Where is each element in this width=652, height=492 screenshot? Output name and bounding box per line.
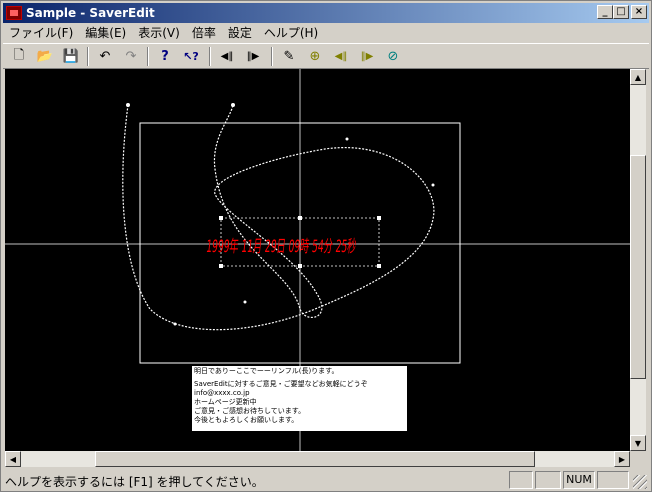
- save-file-icon: 💾: [62, 49, 80, 64]
- context-help-button[interactable]: ↖?: [181, 47, 201, 66]
- path-point[interactable]: [243, 300, 247, 304]
- arrow-down-icon: ▼: [634, 438, 642, 448]
- scroll-down-button[interactable]: ▼: [630, 435, 646, 451]
- note-line: 今後ともよろしくお願いします。: [194, 416, 299, 424]
- redo-button[interactable]: ↷: [121, 47, 141, 66]
- save-file-button[interactable]: 💾: [61, 47, 81, 66]
- status-bar: ヘルプを表示するには [F1] を押してください。 NUM: [3, 469, 649, 491]
- date-text[interactable]: 1999年 11月 29日 09時 54分 25秒: [205, 237, 357, 257]
- status-num-indicator: NUM: [563, 471, 595, 489]
- selection-handle[interactable]: [298, 264, 302, 268]
- maximize-button[interactable]: □: [613, 5, 629, 19]
- zoom-in-icon: ⊕: [309, 49, 321, 64]
- path-point[interactable]: [431, 183, 435, 187]
- undo-icon: ↶: [99, 49, 111, 64]
- path-point[interactable]: [231, 103, 235, 107]
- resize-grip-icon[interactable]: [633, 475, 647, 489]
- note-box[interactable]: 明日でありーここでーーリンフル(長)ります。 SaverEditに対するご意見・…: [192, 366, 407, 431]
- zoom-out-button[interactable]: ⊘: [383, 47, 403, 66]
- selection-handle[interactable]: [377, 216, 381, 220]
- help-button[interactable]: ?: [155, 47, 175, 66]
- motion-path[interactable]: [122, 104, 435, 331]
- menu-help[interactable]: ヘルプ(H): [258, 24, 324, 41]
- new-file-icon: 🗋: [13, 47, 25, 63]
- path-point[interactable]: [126, 103, 130, 107]
- zoom-in-button[interactable]: ⊕: [305, 47, 325, 66]
- redo-icon: ↷: [125, 49, 137, 64]
- note-line: info@xxxx.co.jp: [194, 389, 250, 397]
- rewind-icon: ◀‖: [220, 51, 234, 62]
- status-pane-empty: [597, 471, 629, 489]
- menu-edit[interactable]: 編集(E): [79, 24, 132, 41]
- edit-path-icon: ✎: [283, 49, 295, 64]
- menu-zoom[interactable]: 倍率: [186, 24, 222, 41]
- status-message: ヘルプを表示するには [F1] を押してください。: [5, 475, 264, 489]
- scrollbar-corner: [630, 451, 646, 467]
- menu-file[interactable]: ファイル(F): [3, 24, 79, 41]
- note-line: ホームページ更新中: [194, 398, 257, 406]
- menu-settings[interactable]: 設定: [222, 24, 258, 41]
- step-back-button[interactable]: ◀‖: [331, 47, 351, 66]
- edit-path-button[interactable]: ✎: [279, 47, 299, 66]
- toolbar-separator: [87, 47, 89, 66]
- window-title: Sample - SaverEdit: [26, 6, 155, 20]
- toolbar-separator: [271, 47, 273, 66]
- app-icon[interactable]: [6, 6, 22, 20]
- toolbar: 🗋 📂 💾 ↶ ↷ ? ↖? ◀‖ ‖▶ ✎ ⊕ ◀‖ ‖▶ ⊘: [3, 43, 649, 69]
- help-icon: ?: [161, 49, 169, 64]
- step-back-icon: ◀‖: [334, 51, 348, 62]
- play-button[interactable]: ‖▶: [243, 47, 263, 66]
- arrow-up-icon: ▲: [634, 72, 642, 82]
- close-button[interactable]: ×: [631, 5, 647, 19]
- step-forward-button[interactable]: ‖▶: [357, 47, 377, 66]
- status-pane-empty: [535, 471, 561, 489]
- scroll-up-button[interactable]: ▲: [630, 69, 646, 85]
- selection-handle[interactable]: [219, 216, 223, 220]
- selection-handle[interactable]: [377, 264, 381, 268]
- open-file-icon: 📂: [36, 49, 54, 64]
- editor-canvas[interactable]: 1999年 11月 29日 09時 54分 25秒 明日でありーここでーーリンフ…: [5, 69, 630, 451]
- zoom-out-icon: ⊘: [387, 49, 399, 64]
- status-pane-empty: [509, 471, 533, 489]
- horizontal-scrollbar[interactable]: ◀ ▶: [5, 451, 630, 467]
- window-controls: _ □ ×: [597, 5, 647, 19]
- step-forward-icon: ‖▶: [360, 51, 374, 62]
- play-icon: ‖▶: [246, 51, 260, 62]
- new-file-button[interactable]: 🗋: [9, 47, 29, 66]
- arrow-left-icon: ◀: [9, 454, 17, 464]
- path-point[interactable]: [173, 322, 177, 326]
- vertical-scroll-thumb[interactable]: [630, 155, 646, 379]
- toolbar-separator: [147, 47, 149, 66]
- menu-view[interactable]: 表示(V): [132, 24, 186, 41]
- vertical-scrollbar[interactable]: ▲ ▼: [630, 69, 646, 451]
- context-help-icon: ↖?: [183, 50, 199, 63]
- title-bar[interactable]: Sample - SaverEdit _ □ ×: [3, 3, 649, 23]
- toolbar-separator: [209, 47, 211, 66]
- app-window: Sample - SaverEdit _ □ × ファイル(F) 編集(E) 表…: [0, 0, 652, 492]
- horizontal-scroll-thumb[interactable]: [95, 451, 535, 467]
- minimize-button[interactable]: _: [597, 5, 613, 19]
- menu-bar: ファイル(F) 編集(E) 表示(V) 倍率 設定 ヘルプ(H): [3, 23, 649, 42]
- selection-handle[interactable]: [298, 216, 302, 220]
- note-line: ご意見・ご感想お待ちしています。: [194, 407, 306, 415]
- note-line: 明日でありーここでーーリンフル(長)ります。: [194, 367, 339, 375]
- path-point[interactable]: [345, 137, 349, 141]
- arrow-right-icon: ▶: [618, 454, 626, 464]
- scroll-right-button[interactable]: ▶: [614, 451, 630, 467]
- open-file-button[interactable]: 📂: [35, 47, 55, 66]
- selection-handle[interactable]: [219, 264, 223, 268]
- note-line: SaverEditに対するご意見・ご要望などお気軽にどうぞ: [194, 380, 368, 388]
- rewind-button[interactable]: ◀‖: [217, 47, 237, 66]
- undo-button[interactable]: ↶: [95, 47, 115, 66]
- scroll-left-button[interactable]: ◀: [5, 451, 21, 467]
